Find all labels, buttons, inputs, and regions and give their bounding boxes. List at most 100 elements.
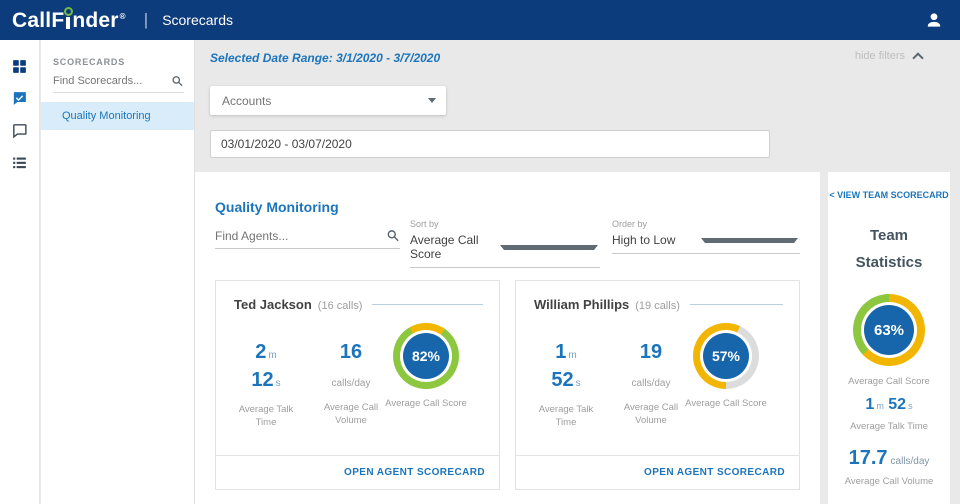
order-by-dropdown[interactable]: High to Low [612, 229, 800, 254]
logo-text-prefix: CallF [12, 9, 64, 33]
selected-date-range: Selected Date Range: 3/1/2020 - 3/7/2020 [210, 51, 440, 65]
stat-label: Volume [611, 414, 691, 427]
nav-rail [0, 40, 40, 504]
find-agents-input[interactable] [215, 229, 386, 243]
team-title-line1: Team [856, 222, 923, 249]
sort-by-label: Sort by [410, 219, 600, 229]
average-call-volume-stat: 19 calls/day Average CallVolume [611, 341, 691, 427]
call-score-donut: 57% [693, 323, 759, 389]
volume-value: 16 [340, 341, 362, 363]
call-score-label: Average Call Score [366, 398, 486, 409]
talk-seconds: 52 [551, 369, 573, 391]
agent-card-footer: OPEN AGENT SCORECARD [216, 455, 499, 489]
call-score-donut: 82% [393, 323, 459, 389]
sidebar-section-label: SCORECARDS [53, 57, 194, 67]
hide-filters-label: hide filters [855, 50, 905, 62]
average-talk-time-stat: 2m 12s Average TalkTime [226, 341, 306, 429]
call-score-value: 82% [403, 333, 449, 379]
agent-name: William Phillips [534, 297, 629, 312]
talk-seconds: 12 [251, 369, 273, 391]
stat-label: Time [226, 416, 306, 429]
team-title-line2: Statistics [856, 249, 923, 276]
order-by-label: Order by [612, 219, 800, 229]
accounts-dropdown[interactable]: Accounts [210, 86, 446, 115]
date-range-input[interactable] [210, 130, 770, 158]
header-divider [372, 304, 483, 305]
logo-magnifier-icon [66, 17, 70, 29]
agent-card-footer: OPEN AGENT SCORECARD [516, 455, 799, 489]
agent-card-header: Ted Jackson (16 calls) [216, 281, 499, 312]
team-average-call-volume: 17.7 calls/day [849, 447, 930, 470]
stat-label: Average Talk [526, 403, 606, 416]
talk-minutes: 2 [255, 341, 266, 363]
team-talk-seconds: 52 [888, 396, 906, 413]
volume-unit: calls/day [311, 376, 391, 391]
agent-card: William Phillips (19 calls) 1m 52s Avera… [515, 280, 800, 490]
volume-value: 19 [640, 341, 662, 363]
stat-label: Time [526, 416, 606, 429]
caret-down-icon [500, 245, 598, 250]
view-team-scorecard-link[interactable]: < VIEW TEAM SCORECARD [829, 190, 948, 200]
page-title: Scorecards [162, 12, 233, 28]
logo-text-suffix: nder [72, 9, 118, 33]
volume-unit: calls/day [611, 376, 691, 391]
team-statistics-title: Team Statistics [856, 222, 923, 276]
chevron-up-icon [912, 52, 923, 63]
order-by-group: Order by High to Low [612, 219, 800, 254]
talk-seconds-unit: s [576, 378, 581, 389]
panel-title: Quality Monitoring [215, 199, 339, 215]
open-agent-scorecard-link[interactable]: OPEN AGENT SCORECARD [644, 467, 785, 478]
agent-name: Ted Jackson [234, 297, 312, 312]
team-statistics-panel: < VIEW TEAM SCORECARD Team Statistics 63… [828, 172, 950, 504]
talk-minutes-unit: m [568, 350, 576, 361]
team-volume-unit: calls/day [891, 456, 930, 467]
team-talk-time-label: Average Talk Time [850, 421, 928, 432]
team-average-talk-time: 1m 52s [865, 396, 912, 414]
date-range-value: 3/1/2020 - 3/7/2020 [336, 51, 440, 65]
logo-registered-mark: ® [120, 13, 126, 21]
header-divider [690, 304, 783, 305]
search-icon [171, 74, 184, 88]
open-agent-scorecard-link[interactable]: OPEN AGENT SCORECARD [344, 467, 485, 478]
agent-card: Ted Jackson (16 calls) 2m 12s Average Ta… [215, 280, 500, 490]
user-account-icon[interactable] [924, 10, 944, 30]
talk-minutes: 1 [555, 341, 566, 363]
team-talk-minutes: 1 [865, 396, 874, 413]
average-call-volume-stat: 16 calls/day Average CallVolume [311, 341, 391, 427]
quality-monitoring-panel: Quality Monitoring Sort by Average Call … [195, 172, 820, 504]
hide-filters-toggle[interactable]: hide filters [855, 50, 922, 62]
team-call-score-donut: 63% [853, 294, 925, 366]
team-talk-seconds-unit: s [908, 401, 913, 411]
find-scorecards-input[interactable] [53, 75, 171, 87]
dashboard-icon[interactable] [11, 58, 28, 75]
scorecards-icon[interactable] [11, 90, 28, 107]
team-call-score-value: 63% [864, 305, 914, 355]
agent-call-count: (19 calls) [635, 300, 680, 312]
sort-by-dropdown[interactable]: Average Call Score [410, 229, 600, 268]
callfinder-logo: CallF nder ® [12, 7, 126, 33]
accounts-dropdown-value: Accounts [222, 94, 428, 108]
team-call-score-label: Average Call Score [848, 376, 930, 387]
agent-call-count: (16 calls) [318, 300, 363, 312]
chat-icon[interactable] [11, 122, 28, 139]
call-score-label: Average Call Score [666, 398, 786, 409]
topbar-divider: | [144, 10, 148, 30]
order-by-value: High to Low [612, 233, 701, 247]
talk-seconds-unit: s [276, 378, 281, 389]
call-score-value: 57% [703, 333, 749, 379]
topbar: CallF nder ® | Scorecards [0, 0, 960, 40]
average-talk-time-stat: 1m 52s Average TalkTime [526, 341, 606, 429]
scorecards-sidebar: SCORECARDS Quality Monitoring [41, 40, 195, 504]
sidebar-item-quality-monitoring[interactable]: Quality Monitoring [41, 102, 194, 130]
stat-label: Volume [311, 414, 391, 427]
scorecards-search [53, 74, 184, 93]
stat-label: Average Talk [226, 403, 306, 416]
talk-minutes-unit: m [268, 350, 276, 361]
caret-down-icon [701, 238, 798, 243]
team-volume-value: 17.7 [849, 447, 888, 470]
search-icon [386, 228, 400, 243]
list-icon[interactable] [11, 154, 28, 171]
agent-card-header: William Phillips (19 calls) [516, 281, 799, 312]
sort-by-value: Average Call Score [410, 233, 500, 261]
caret-down-icon [428, 98, 436, 103]
